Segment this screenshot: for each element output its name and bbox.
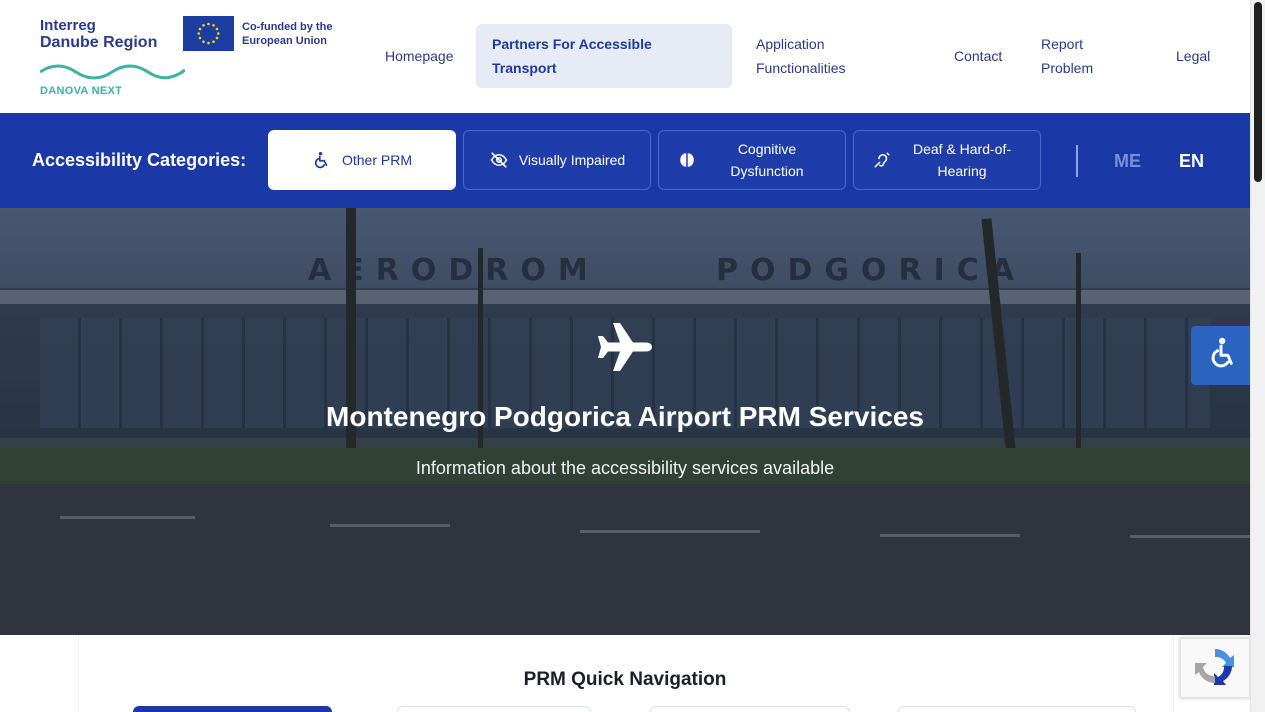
hero-banner: AERODROM PODGORICA Montenegro Podgorica … (0, 208, 1250, 635)
site-header: Interreg Danube Region Co-funded by the … (0, 0, 1250, 113)
accessibility-icon (1207, 337, 1235, 374)
eu-cofunded-text: Co-funded by the European Union (242, 21, 333, 47)
quick-nav-tab[interactable] (397, 706, 591, 712)
brain-icon (677, 150, 697, 170)
logo-line-2: Danube Region (40, 34, 158, 51)
airplane-icon (596, 322, 654, 377)
hero-title: Montenegro Podgorica Airport PRM Service… (326, 401, 924, 432)
categories-title: Accessibility Categories: (32, 150, 247, 170)
ear-deaf-icon (872, 150, 892, 170)
quick-nav-tab[interactable] (650, 706, 850, 712)
accessibility-widget-button[interactable] (1191, 326, 1250, 385)
category-cognitive-dysfunction-button[interactable]: Cognitive Dysfunction (658, 130, 846, 190)
quick-nav-title: PRM Quick Navigation (523, 669, 727, 690)
category-label: Other PRM (341, 152, 412, 168)
wheelchair-icon (312, 150, 332, 170)
language-divider (1076, 145, 1078, 177)
scrollbar-thumb[interactable] (1254, 2, 1262, 182)
danova-next-logo: DANOVA NEXT (40, 85, 123, 97)
recaptcha-icon (1194, 645, 1236, 692)
nav-report-problem[interactable]: Report Problem (1041, 32, 1121, 80)
category-other-prm-button[interactable]: Other PRM (268, 130, 456, 190)
nav-application-functionalities[interactable]: Application Functionalities (756, 32, 876, 80)
eu-flag-icon (183, 16, 234, 51)
language-en-button[interactable]: EN (1179, 151, 1204, 172)
recaptcha-badge[interactable] (1180, 638, 1250, 698)
category-label: Visually Impaired (518, 152, 626, 168)
page-scrollbar[interactable] (1250, 0, 1265, 712)
language-me-button[interactable]: ME (1114, 151, 1141, 172)
category-label: Deaf & Hard-of-Hearing (912, 141, 1012, 179)
interreg-logo[interactable]: Interreg Danube Region (40, 17, 157, 51)
accessibility-category-bar: Accessibility Categories: Other PRM Visu… (0, 113, 1250, 208)
nav-homepage[interactable]: Homepage (385, 44, 454, 68)
prm-quick-navigation-section: PRM Quick Navigation (0, 635, 1250, 712)
nav-partners-accessible-transport[interactable]: Partners For Accessible Transport (476, 24, 732, 88)
hero-subtitle: Information about the accessibility serv… (415, 458, 835, 478)
category-visually-impaired-button[interactable]: Visually Impaired (463, 130, 651, 190)
category-label: Cognitive Dysfunction (730, 141, 804, 179)
logo-line-1: Interreg (40, 17, 96, 34)
nav-contact[interactable]: Contact (954, 44, 1002, 68)
nav-legal[interactable]: Legal (1176, 44, 1210, 68)
wave-logo-icon (40, 64, 185, 80)
category-deaf-hard-of-hearing-button[interactable]: Deaf & Hard-of-Hearing (853, 130, 1041, 190)
quick-nav-tab[interactable] (133, 706, 332, 712)
eye-slash-icon (489, 150, 509, 170)
quick-nav-tab[interactable] (898, 706, 1136, 712)
